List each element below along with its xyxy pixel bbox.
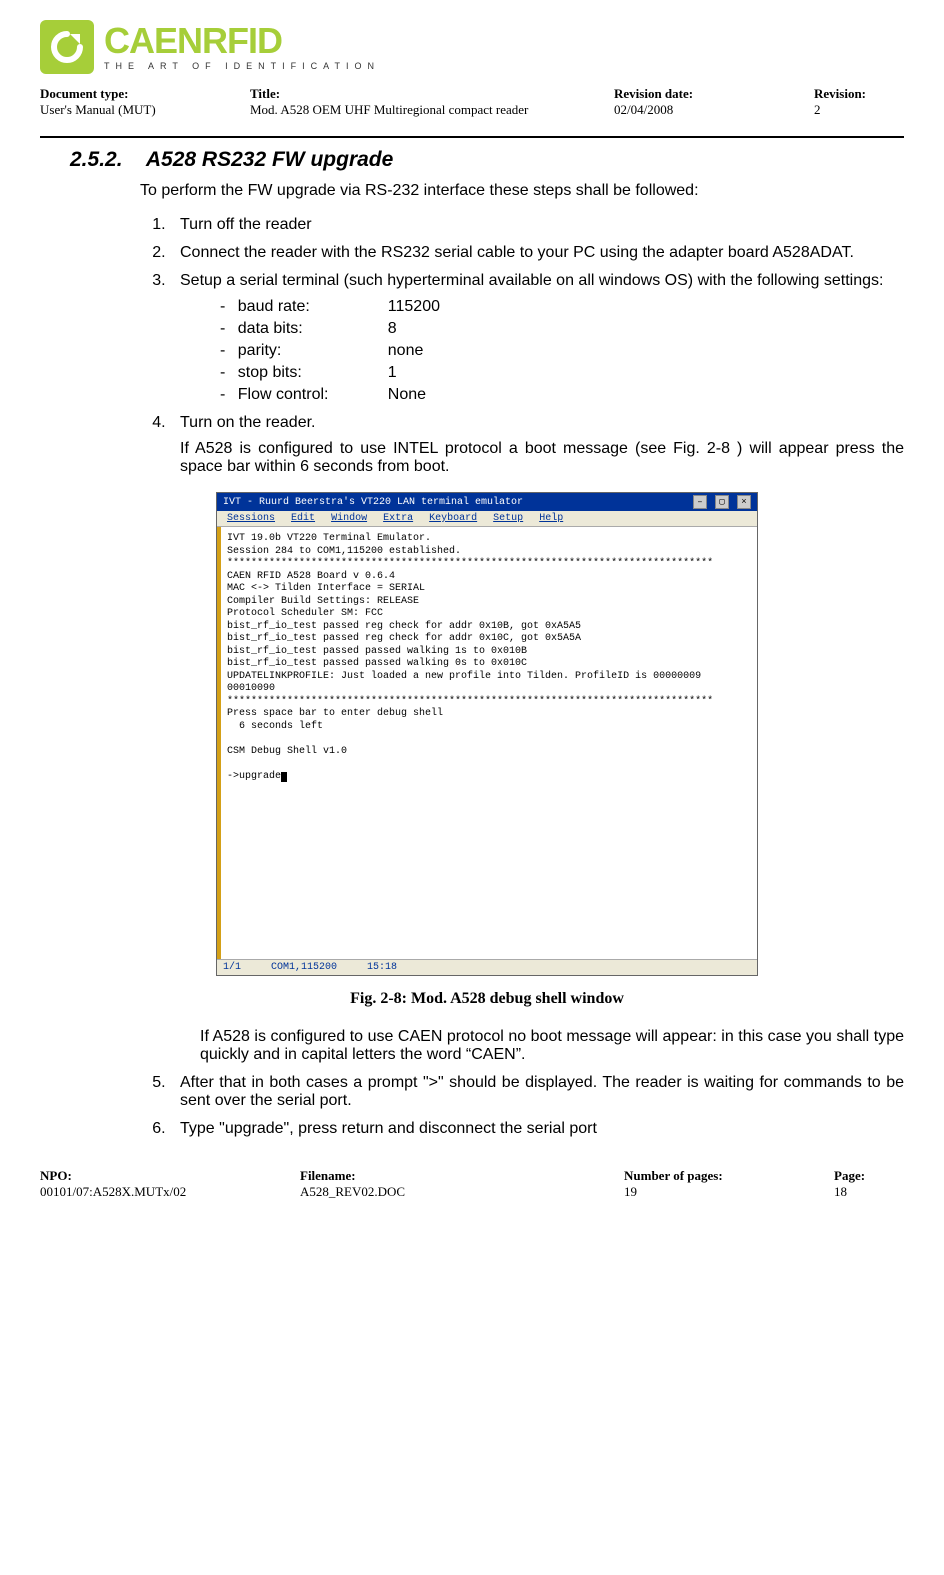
step-3: Setup a serial terminal (such hypertermi… xyxy=(170,272,904,404)
status-session: 1/1 xyxy=(223,962,241,973)
menu-setup[interactable]: Setup xyxy=(493,513,523,524)
section-heading: 2.5.2. A528 RS232 FW upgrade xyxy=(70,148,904,172)
filename-value: A528_REV02.DOC xyxy=(300,1184,584,1200)
footer-meta: NPO: 00101/07:A528X.MUTx/02 Filename: A5… xyxy=(40,1168,904,1200)
pages-label: Number of pages: xyxy=(624,1168,794,1184)
npo-value: 00101/07:A528X.MUTx/02 xyxy=(40,1184,260,1200)
page-label: Page: xyxy=(834,1168,904,1184)
menu-window[interactable]: Window xyxy=(331,513,367,524)
parity-value: none xyxy=(388,342,424,359)
settings-list: baud rate:115200 data bits:8 parity:none… xyxy=(180,298,904,404)
rev-value: 2 xyxy=(814,102,904,118)
step-3-text: Setup a serial terminal (such hypertermi… xyxy=(180,272,883,289)
stopbits-value: 1 xyxy=(388,364,397,381)
status-time: 15:18 xyxy=(367,962,397,973)
cursor-icon xyxy=(281,772,287,782)
step-list: Turn off the reader Connect the reader w… xyxy=(170,216,904,476)
step-5: After that in both cases a prompt ">" sh… xyxy=(170,1074,904,1110)
logo-subtitle: THE ART OF IDENTIFICATION xyxy=(104,61,380,71)
status-port: COM1,115200 xyxy=(271,962,337,973)
step-2: Connect the reader with the RS232 serial… xyxy=(170,244,904,262)
baud-label: baud rate: xyxy=(238,298,388,316)
pages-value: 19 xyxy=(624,1184,794,1200)
npo-label: NPO: xyxy=(40,1168,260,1184)
terminal-title: IVT - Ruurd Beerstra's VT220 LAN termina… xyxy=(223,497,523,508)
menu-help[interactable]: Help xyxy=(539,513,563,524)
terminal-window: IVT - Ruurd Beerstra's VT220 LAN termina… xyxy=(216,492,758,976)
step-1: Turn off the reader xyxy=(170,216,904,234)
terminal-status: 1/1 COM1,115200 15:18 xyxy=(217,959,757,975)
step-4-a: Turn on the reader. xyxy=(180,414,316,431)
minimize-icon[interactable]: – xyxy=(693,495,707,509)
page-value: 18 xyxy=(834,1184,904,1200)
rev-date-label: Revision date: xyxy=(614,86,774,102)
stopbits-label: stop bits: xyxy=(238,364,388,382)
intro-text: To perform the FW upgrade via RS-232 int… xyxy=(140,182,904,200)
filename-label: Filename: xyxy=(300,1168,584,1184)
doc-type-value: User's Manual (MUT) xyxy=(40,102,210,118)
menu-keyboard[interactable]: Keyboard xyxy=(429,513,477,524)
doc-type-label: Document type: xyxy=(40,86,210,102)
logo: CAENRFID THE ART OF IDENTIFICATION xyxy=(40,20,904,74)
databits-label: data bits: xyxy=(238,320,388,338)
flow-value: None xyxy=(388,386,426,403)
close-icon[interactable]: × xyxy=(737,495,751,509)
section-number: 2.5.2. xyxy=(70,148,123,171)
terminal-menubar: Sessions Edit Window Extra Keyboard Setu… xyxy=(217,511,757,527)
title-label: Title: xyxy=(250,86,574,102)
logo-icon xyxy=(40,20,94,74)
databits-value: 8 xyxy=(388,320,397,337)
rev-label: Revision: xyxy=(814,86,904,102)
divider xyxy=(40,136,904,138)
menu-edit[interactable]: Edit xyxy=(291,513,315,524)
title-value: Mod. A528 OEM UHF Multiregional compact … xyxy=(250,102,574,118)
parity-label: parity: xyxy=(238,342,388,360)
header-meta: Document type: User's Manual (MUT) Title… xyxy=(40,86,904,118)
flow-label: Flow control: xyxy=(238,386,388,404)
terminal-body[interactable]: IVT 19.0b VT220 Terminal Emulator. Sessi… xyxy=(217,527,757,959)
figure-caption: Fig. 2-8: Mod. A528 debug shell window xyxy=(70,990,904,1008)
step-4-b: If A528 is configured to use INTEL proto… xyxy=(180,440,904,476)
step-6: Type "upgrade", press return and disconn… xyxy=(170,1120,904,1138)
rev-date-value: 02/04/2008 xyxy=(614,102,774,118)
section-title: A528 RS232 FW upgrade xyxy=(146,148,393,171)
step-4: Turn on the reader. If A528 is configure… xyxy=(170,414,904,476)
terminal-output: IVT 19.0b VT220 Terminal Emulator. Sessi… xyxy=(227,533,713,782)
step-list-cont: After that in both cases a prompt ">" sh… xyxy=(170,1074,904,1138)
menu-extra[interactable]: Extra xyxy=(383,513,413,524)
logo-text: CAENRFID xyxy=(104,23,380,59)
baud-value: 115200 xyxy=(388,298,440,315)
after-fig-text: If A528 is configured to use CAEN protoc… xyxy=(200,1028,904,1064)
menu-sessions[interactable]: Sessions xyxy=(227,513,275,524)
terminal-titlebar: IVT - Ruurd Beerstra's VT220 LAN termina… xyxy=(217,493,757,511)
maximize-icon[interactable]: ▢ xyxy=(715,495,729,509)
